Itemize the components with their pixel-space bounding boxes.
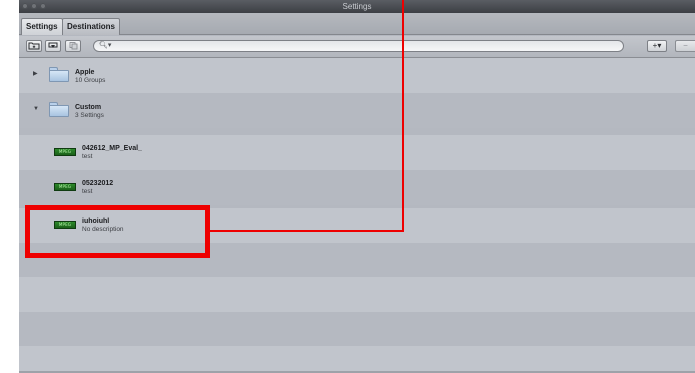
search-icon: 🔍︎▾: [99, 42, 112, 49]
tab-bar: Settings Destinations: [19, 13, 695, 35]
mpeg-format-icon: MPEG: [54, 183, 76, 191]
remove-setting-button[interactable]: −: [675, 40, 695, 52]
window-title: Settings: [342, 2, 372, 11]
add-setting-button[interactable]: +▾: [647, 40, 667, 52]
item-subtitle: 3 Settings: [75, 112, 104, 119]
item-name: Custom: [75, 104, 102, 111]
annotation-highlight-box: [25, 205, 210, 258]
item-name: 042612_MP_Eval_: [82, 145, 142, 152]
duplicate-icon: [69, 42, 78, 50]
item-description: test: [82, 153, 93, 160]
list-item-custom[interactable]: ▼ Custom 3 Settings: [19, 93, 695, 128]
empty-row: [19, 346, 695, 373]
item-name: Apple: [75, 69, 95, 76]
disclosure-collapsed-icon[interactable]: ▶: [33, 71, 38, 78]
title-bar: Settings: [19, 0, 695, 13]
tab-settings[interactable]: Settings: [21, 18, 63, 35]
tab-destinations[interactable]: Destinations: [62, 18, 121, 35]
folder-icon: [49, 102, 69, 117]
import-icon: [48, 42, 58, 48]
annotation-line-horizontal: [210, 230, 403, 232]
search-field[interactable]: 🔍︎▾: [93, 40, 624, 52]
list-item-apple[interactable]: ▶ Apple 10 Groups: [19, 58, 695, 93]
annotation-line-vertical: [402, 0, 404, 232]
folder-icon: [49, 67, 69, 82]
mpeg-format-icon: MPEG: [54, 148, 76, 156]
item-subtitle: 10 Groups: [75, 77, 106, 84]
list-item-setting[interactable]: MPEG 042612_MP_Eval_ test: [19, 135, 695, 170]
import-button[interactable]: [45, 40, 61, 52]
item-description: test: [82, 188, 93, 195]
empty-row: [19, 312, 695, 346]
empty-row: [19, 277, 695, 312]
search-input[interactable]: [114, 41, 614, 51]
toolbar: 🔍︎▾ +▾ −: [19, 36, 695, 58]
folder-plus-icon: [28, 42, 40, 50]
item-name: 05232012: [82, 180, 114, 187]
settings-window: Settings Settings Destinations 🔍︎▾ +▾ − …: [19, 0, 695, 373]
list-item-setting[interactable]: MPEG 05232012 test: [19, 170, 695, 205]
disclosure-expanded-icon[interactable]: ▼: [33, 106, 39, 113]
duplicate-button[interactable]: [65, 40, 81, 52]
new-folder-button[interactable]: [26, 40, 42, 52]
